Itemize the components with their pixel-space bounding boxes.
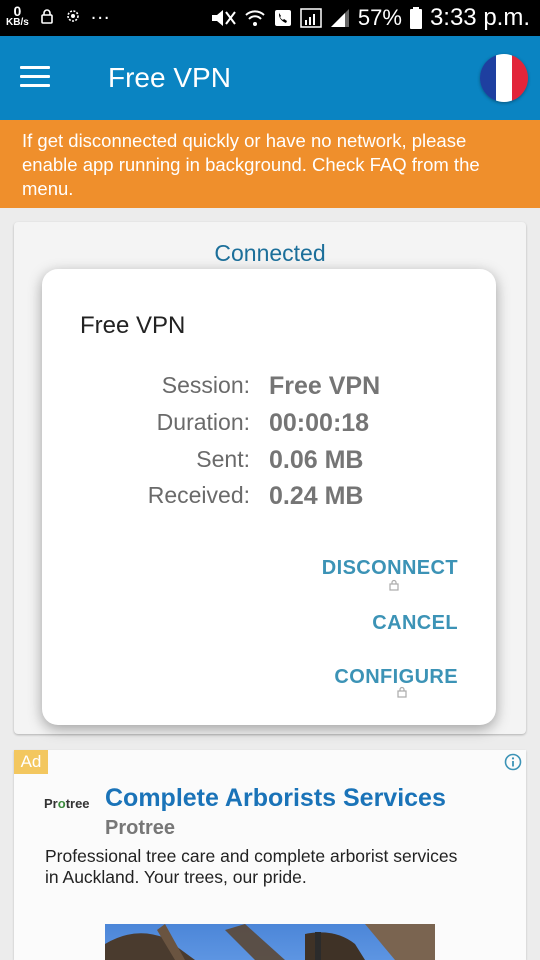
ad-image[interactable] <box>105 924 435 960</box>
network-speed: 0 KB/s <box>6 4 29 28</box>
battery-percent: 57% <box>357 5 402 30</box>
sent-row: Sent: 0.06 MB <box>42 446 496 482</box>
received-label: Received: <box>147 482 250 508</box>
network-speed-unit: KB/s <box>6 17 29 28</box>
ad-headline[interactable]: Complete Arborists Services <box>105 784 446 813</box>
signal-strength-icon <box>330 9 349 27</box>
duration-value: 00:00:18 <box>269 409 370 437</box>
status-bar: 0 KB/s ... 57% 3:33 p.m. <box>0 0 540 36</box>
mute-icon <box>211 10 236 26</box>
disconnect-button[interactable]: DISCONNECT <box>322 557 458 580</box>
hamburger-menu-icon[interactable] <box>20 66 50 90</box>
lock-icon <box>40 9 53 24</box>
app-bar: Free VPN <box>0 36 540 120</box>
connection-dialog: Free VPN Session: Free VPN Duration: 00:… <box>42 269 496 725</box>
settings-icon <box>66 10 79 22</box>
ad-body: Professional tree care and complete arbo… <box>45 846 458 887</box>
dialog-title: Free VPN <box>80 312 186 339</box>
connection-status: Connected <box>214 240 326 266</box>
clock: 3:33 p.m. <box>429 4 530 31</box>
logo-suffix: tree <box>65 796 90 811</box>
sent-label: Sent: <box>196 446 250 472</box>
phone-icon <box>274 10 291 26</box>
lock-icon <box>397 686 407 698</box>
ad-banner[interactable]: Ad Protree Complete Arborists Services P… <box>14 750 526 960</box>
advertiser-logo: Protree <box>44 796 90 811</box>
lock-icon <box>389 579 399 591</box>
duration-row: Duration: 00:00:18 <box>42 409 496 445</box>
status-bar-right: 57% 3:33 p.m. <box>210 4 530 32</box>
logo-prefix: Pr <box>44 796 58 811</box>
data-signal-icon <box>300 8 322 28</box>
received-row: Received: 0.24 MB <box>42 482 496 518</box>
background-warning-banner: If get disconnected quickly or have no n… <box>0 120 540 208</box>
info-icon[interactable] <box>504 753 522 771</box>
sent-value: 0.06 MB <box>269 446 364 474</box>
more-notifications-icon: ... <box>90 1 111 24</box>
session-value: Free VPN <box>269 372 381 400</box>
status-bar-left: 0 KB/s ... <box>6 1 111 28</box>
ad-advertiser: Protree <box>105 817 176 839</box>
tree-photo <box>105 924 435 960</box>
app-title: Free VPN <box>108 62 231 93</box>
session-label: Session: <box>161 372 250 398</box>
cancel-button[interactable]: CANCEL <box>372 612 458 635</box>
duration-label: Duration: <box>156 409 250 435</box>
battery-icon <box>409 7 422 29</box>
france-flag-icon[interactable] <box>480 54 528 102</box>
ad-badge: Ad <box>14 750 48 774</box>
logo-o: o <box>57 796 66 811</box>
network-speed-value: 0 <box>13 3 22 19</box>
wifi-calling-icon <box>245 10 265 26</box>
received-value: 0.24 MB <box>269 482 364 510</box>
session-row: Session: Free VPN <box>42 372 496 408</box>
